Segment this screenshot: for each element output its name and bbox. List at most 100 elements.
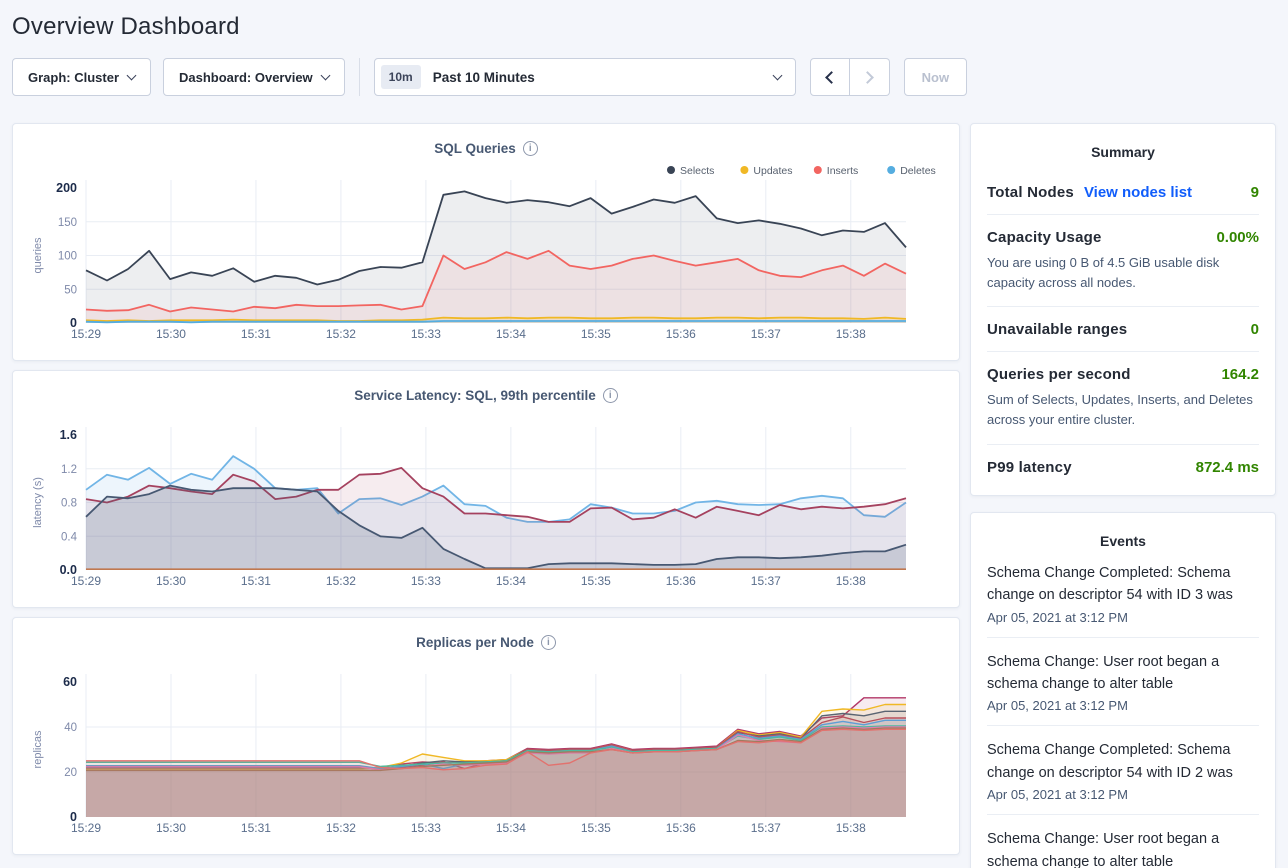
now-button-disabled[interactable]: Now <box>904 58 967 96</box>
chart-canvas-service-latency[interactable]: 15:2915:3015:3115:3215:3315:3415:3515:36… <box>29 407 943 589</box>
svg-text:40: 40 <box>64 722 77 734</box>
svg-text:15:31: 15:31 <box>241 327 271 341</box>
info-icon[interactable]: i <box>541 635 556 650</box>
svg-text:15:37: 15:37 <box>751 327 781 341</box>
toolbar: Graph: Cluster Dashboard: Overview 10m P… <box>12 58 1276 96</box>
p99-latency-value: 872.4 ms <box>1196 459 1259 476</box>
capacity-usage-value: 0.00% <box>1216 229 1259 246</box>
svg-text:15:34: 15:34 <box>496 574 526 588</box>
svg-text:15:35: 15:35 <box>581 574 611 588</box>
charts-column: SQL Queries i 15:2915:3015:3115:3215:331… <box>12 123 960 855</box>
toolbar-divider <box>359 58 360 96</box>
events-heading: Events <box>987 533 1259 549</box>
unavailable-ranges-label: Unavailable ranges <box>987 321 1127 338</box>
summary-row-queries-per-second: Queries per second 164.2 Sum of Selects,… <box>987 352 1259 444</box>
svg-text:50: 50 <box>64 284 77 296</box>
event-text: Schema Change Completed: Schema change o… <box>987 739 1259 784</box>
view-nodes-list-link[interactable]: View nodes list <box>1084 184 1192 201</box>
chart-canvas-replicas-per-node[interactable]: 15:2915:3015:3115:3215:3315:3415:3515:36… <box>29 654 943 836</box>
svg-text:Selects: Selects <box>680 165 714 177</box>
main-content: SQL Queries i 15:2915:3015:3115:3215:331… <box>12 123 1276 868</box>
capacity-usage-description: You are using 0 B of 4.5 GiB usable disk… <box>987 253 1259 293</box>
queries-per-second-label: Queries per second <box>987 366 1131 383</box>
svg-text:15:35: 15:35 <box>581 821 611 835</box>
svg-text:15:33: 15:33 <box>411 574 441 588</box>
svg-text:15:36: 15:36 <box>666 821 696 835</box>
time-next-button-disabled[interactable] <box>850 58 890 96</box>
svg-text:15:37: 15:37 <box>751 574 781 588</box>
svg-text:15:38: 15:38 <box>836 821 866 835</box>
event-timestamp: Apr 05, 2021 at 3:12 PM <box>987 787 1259 802</box>
summary-panel: Summary Total Nodes View nodes list 9 Ca… <box>970 123 1276 496</box>
svg-text:Deletes: Deletes <box>900 165 936 177</box>
svg-text:20: 20 <box>64 767 77 779</box>
chart-title: Replicas per Node <box>416 635 534 650</box>
svg-text:Updates: Updates <box>753 165 792 177</box>
event-list-item[interactable]: Schema Change Completed: Schema change o… <box>987 726 1259 815</box>
time-prev-button[interactable] <box>810 58 850 96</box>
svg-text:1.6: 1.6 <box>60 428 77 442</box>
svg-text:15:36: 15:36 <box>666 327 696 341</box>
svg-text:15:31: 15:31 <box>241 574 271 588</box>
dashboard-dropdown-label: Dashboard: Overview <box>179 70 313 85</box>
chart-title-row: Service Latency: SQL, 99th percentile i <box>29 385 943 405</box>
dashboard-dropdown[interactable]: Dashboard: Overview <box>163 58 345 96</box>
total-nodes-value: 9 <box>1251 184 1259 201</box>
chart-card-replicas-per-node: Replicas per Node i 15:2915:3015:3115:32… <box>12 617 960 855</box>
svg-text:15:38: 15:38 <box>836 327 866 341</box>
time-nav-group <box>810 58 890 96</box>
svg-text:15:34: 15:34 <box>496 327 526 341</box>
summary-row-capacity-usage: Capacity Usage 0.00% You are using 0 B o… <box>987 215 1259 307</box>
svg-text:15:36: 15:36 <box>666 574 696 588</box>
svg-text:200: 200 <box>56 181 77 195</box>
chart-title-row: SQL Queries i <box>29 138 943 158</box>
svg-text:15:30: 15:30 <box>156 821 186 835</box>
chevron-down-icon <box>772 70 782 80</box>
sidebar-column: Summary Total Nodes View nodes list 9 Ca… <box>970 123 1276 868</box>
svg-text:0.4: 0.4 <box>61 531 78 543</box>
chart-title: Service Latency: SQL, 99th percentile <box>354 388 596 403</box>
graph-dropdown-label: Graph: Cluster <box>28 70 119 85</box>
chart-canvas-sql-queries[interactable]: 15:2915:3015:3115:3215:3315:3415:3515:36… <box>29 160 943 342</box>
svg-text:15:33: 15:33 <box>411 327 441 341</box>
event-list-item[interactable]: Schema Change: User root began a schema … <box>987 638 1259 727</box>
svg-text:15:35: 15:35 <box>581 327 611 341</box>
time-range-badge: 10m <box>381 65 421 89</box>
chart-card-service-latency: Service Latency: SQL, 99th percentile i … <box>12 370 960 608</box>
summary-row-unavailable-ranges: Unavailable ranges 0 <box>987 307 1259 352</box>
svg-text:15:38: 15:38 <box>836 574 866 588</box>
summary-heading: Summary <box>987 144 1259 160</box>
svg-text:0: 0 <box>70 316 77 330</box>
svg-text:15:33: 15:33 <box>411 821 441 835</box>
svg-text:150: 150 <box>58 217 77 229</box>
p99-latency-label: P99 latency <box>987 459 1072 476</box>
svg-text:15:32: 15:32 <box>326 821 356 835</box>
svg-text:latency (s): latency (s) <box>32 477 44 528</box>
event-list-item[interactable]: Schema Change: User root began a schema … <box>987 815 1259 868</box>
time-range-dropdown[interactable]: 10m Past 10 Minutes <box>374 58 796 96</box>
chevron-down-icon <box>127 70 137 80</box>
events-panel: Events Schema Change Completed: Schema c… <box>970 512 1276 868</box>
svg-text:1.2: 1.2 <box>61 464 77 476</box>
svg-text:15:30: 15:30 <box>156 327 186 341</box>
queries-per-second-description: Sum of Selects, Updates, Inserts, and De… <box>987 390 1259 430</box>
info-icon[interactable]: i <box>603 388 618 403</box>
overview-dashboard-page: Overview Dashboard Graph: Cluster Dashbo… <box>0 0 1288 868</box>
svg-text:15:32: 15:32 <box>326 574 356 588</box>
chevron-right-icon <box>861 71 874 84</box>
event-text: Schema Change Completed: Schema change o… <box>987 562 1259 607</box>
svg-text:15:32: 15:32 <box>326 327 356 341</box>
svg-text:queries: queries <box>32 237 44 274</box>
unavailable-ranges-value: 0 <box>1251 321 1259 338</box>
graph-dropdown[interactable]: Graph: Cluster <box>12 58 151 96</box>
summary-row-p99-latency: P99 latency 872.4 ms <box>987 445 1259 489</box>
svg-text:100: 100 <box>58 251 77 263</box>
chart-title-row: Replicas per Node i <box>29 632 943 652</box>
event-timestamp: Apr 05, 2021 at 3:12 PM <box>987 698 1259 713</box>
chevron-left-icon <box>825 71 838 84</box>
event-timestamp: Apr 05, 2021 at 3:12 PM <box>987 610 1259 625</box>
info-icon[interactable]: i <box>523 141 538 156</box>
svg-text:replicas: replicas <box>32 730 44 768</box>
svg-text:15:37: 15:37 <box>751 821 781 835</box>
event-list-item[interactable]: Schema Change Completed: Schema change o… <box>987 549 1259 638</box>
